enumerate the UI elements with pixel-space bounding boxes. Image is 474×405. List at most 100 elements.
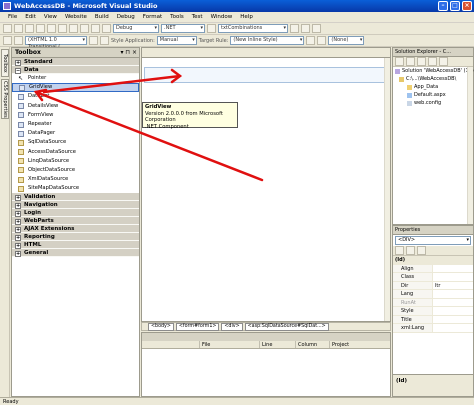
tag-body[interactable]: <body> bbox=[148, 322, 174, 331]
menu-file[interactable]: File bbox=[4, 14, 21, 20]
toolbox-item-xmldatasource[interactable]: XmlDataSource bbox=[12, 175, 139, 184]
toolbox-category-html[interactable]: + HTML bbox=[12, 241, 139, 250]
undo-button[interactable] bbox=[80, 24, 89, 33]
validation-button[interactable] bbox=[89, 36, 98, 45]
close-button[interactable]: × bbox=[462, 1, 472, 11]
new-project-button[interactable] bbox=[3, 24, 12, 33]
format-button[interactable] bbox=[100, 36, 109, 45]
property-pages-icon[interactable] bbox=[417, 246, 426, 255]
toolbox-category-navigation[interactable]: + Navigation bbox=[12, 201, 139, 210]
tree-node-project[interactable]: C:\...\WebAccessDB\ bbox=[393, 75, 473, 83]
target-rule-combo[interactable]: (New Inline Style) bbox=[230, 36, 305, 45]
toolbox-item-linqdatasource[interactable]: LinqDataSource bbox=[12, 157, 139, 166]
toolbox-category-general[interactable]: + General bbox=[12, 249, 139, 258]
find-combo[interactable]: txtCombinations bbox=[218, 24, 288, 33]
toolbox-category-validation[interactable]: + Validation bbox=[12, 193, 139, 202]
toolbox-category-webparts[interactable]: + WebParts bbox=[12, 217, 139, 226]
split-view-button[interactable] bbox=[14, 36, 23, 45]
toolbox-item-datapager[interactable]: DataPager bbox=[12, 129, 139, 138]
tag-div[interactable]: <div> bbox=[221, 322, 243, 331]
solution-explorer-scrollbar[interactable] bbox=[467, 67, 473, 224]
property-row[interactable]: Align bbox=[393, 264, 473, 273]
tag-form[interactable]: <form#form1> bbox=[175, 322, 220, 331]
toolbox-category-data[interactable]: − Data bbox=[12, 66, 139, 74]
toolbox-side-tab[interactable]: Toolbox bbox=[1, 49, 9, 77]
cut-button[interactable] bbox=[47, 24, 56, 33]
column-column[interactable]: Column bbox=[296, 341, 330, 348]
menu-view[interactable]: View bbox=[40, 14, 61, 20]
save-all-button[interactable] bbox=[36, 24, 45, 33]
menu-debug[interactable]: Debug bbox=[113, 14, 139, 20]
paste-button[interactable] bbox=[69, 24, 78, 33]
menu-build[interactable]: Build bbox=[91, 14, 113, 20]
tag-sqldatasource[interactable]: <asp:SqlDataSource#SqlDat...> bbox=[244, 322, 329, 331]
column-file[interactable]: File bbox=[200, 341, 260, 348]
minimize-button[interactable]: – bbox=[438, 1, 448, 11]
property-row[interactable]: Title bbox=[393, 315, 473, 324]
design-div-container[interactable] bbox=[144, 67, 386, 83]
property-row[interactable]: xml:Lang bbox=[393, 324, 473, 333]
toolbox-item-formview[interactable]: FormView bbox=[12, 111, 139, 120]
start-debugging-button[interactable] bbox=[102, 24, 111, 33]
toolbox-item-detailsview[interactable]: DetailsView bbox=[12, 102, 139, 111]
menu-tools[interactable]: Tools bbox=[166, 14, 188, 20]
property-row[interactable]: Dir ltr bbox=[393, 281, 473, 290]
property-group-id[interactable]: (Id) bbox=[393, 256, 473, 265]
toolbox-item-gridview[interactable]: GridView bbox=[12, 83, 139, 93]
solution-explorer-button[interactable] bbox=[290, 24, 299, 33]
font-combo[interactable]: (None) bbox=[328, 36, 365, 45]
tree-node-app-data[interactable]: App_Data bbox=[393, 83, 473, 91]
menu-window[interactable]: Window bbox=[207, 14, 237, 20]
nest-files-icon[interactable] bbox=[417, 57, 426, 66]
redo-button[interactable] bbox=[91, 24, 100, 33]
menu-test[interactable]: Test bbox=[188, 14, 207, 20]
toolbox-item-objectdatasource[interactable]: ObjectDataSource bbox=[12, 166, 139, 175]
save-button[interactable] bbox=[25, 24, 34, 33]
maximize-button[interactable]: □ bbox=[450, 1, 460, 11]
alphabetical-icon[interactable] bbox=[406, 246, 415, 255]
column-project[interactable]: Project bbox=[330, 341, 386, 348]
toolbox-item-sitemapdatasource[interactable]: SiteMapDataSource bbox=[12, 184, 139, 193]
toolbox-item-datalist[interactable]: DataList bbox=[12, 92, 139, 101]
menu-edit[interactable]: Edit bbox=[21, 14, 40, 20]
column-description[interactable] bbox=[142, 341, 200, 348]
properties-toolbar-icon[interactable] bbox=[395, 57, 404, 66]
toolbox-item-accessdatasource[interactable]: AccessDataSource bbox=[12, 148, 139, 157]
copy-button[interactable] bbox=[58, 24, 67, 33]
properties-button[interactable] bbox=[301, 24, 310, 33]
view-code-icon[interactable] bbox=[428, 57, 437, 66]
css-properties-side-tab[interactable]: CSS Properties bbox=[1, 79, 9, 119]
menu-website[interactable]: Website bbox=[61, 14, 91, 20]
new-style-button[interactable] bbox=[306, 36, 316, 45]
property-row[interactable]: Class bbox=[393, 273, 473, 282]
toolbox-item-pointer[interactable]: ↖ Pointer bbox=[12, 74, 139, 83]
style-application-combo[interactable]: Manual bbox=[156, 36, 197, 45]
design-vertical-scrollbar[interactable] bbox=[384, 58, 390, 321]
menu-format[interactable]: Format bbox=[139, 14, 166, 20]
menu-help[interactable]: Help bbox=[236, 14, 257, 20]
toolbox-button[interactable] bbox=[312, 24, 321, 33]
attach-stylesheet-button[interactable] bbox=[317, 36, 327, 45]
toolbox-category-login[interactable]: + Login bbox=[12, 209, 139, 218]
find-in-files-button[interactable] bbox=[207, 24, 216, 33]
toolbox-category-reporting[interactable]: + Reporting bbox=[12, 233, 139, 242]
toolbox-item-repeater[interactable]: Repeater bbox=[12, 120, 139, 129]
doctype-combo[interactable]: (XHTML 1.0 Transitional ( bbox=[25, 36, 87, 50]
solution-configuration-combo[interactable]: Debug bbox=[113, 24, 159, 33]
open-button[interactable] bbox=[14, 24, 23, 33]
toolbox-category-ajax-extensions[interactable]: + AJAX Extensions bbox=[12, 225, 139, 234]
tree-node-web-config[interactable]: web.config bbox=[393, 99, 473, 107]
property-row[interactable]: RunAt bbox=[393, 298, 473, 307]
design-surface[interactable]: GridView Version 2.0.0.0 from Microsoft … bbox=[141, 47, 391, 322]
properties-object-selector[interactable]: <DIV> bbox=[395, 236, 471, 245]
tree-node-solution[interactable]: Solution 'WebAccessDB' (1 project) bbox=[393, 67, 474, 75]
column-line[interactable]: Line bbox=[260, 341, 296, 348]
view-designer-icon[interactable] bbox=[439, 57, 448, 66]
property-row[interactable]: Lang bbox=[393, 290, 473, 299]
tree-node-default-aspx[interactable]: Default.aspx bbox=[393, 91, 473, 99]
toolbox-item-sqldatasource[interactable]: SqlDataSource bbox=[12, 138, 139, 147]
categorized-icon[interactable] bbox=[395, 246, 404, 255]
design-view-button[interactable] bbox=[3, 36, 12, 45]
property-row[interactable]: Style bbox=[393, 307, 473, 316]
toolbox-close-icon[interactable]: ▾ ⊓ × bbox=[120, 48, 137, 58]
